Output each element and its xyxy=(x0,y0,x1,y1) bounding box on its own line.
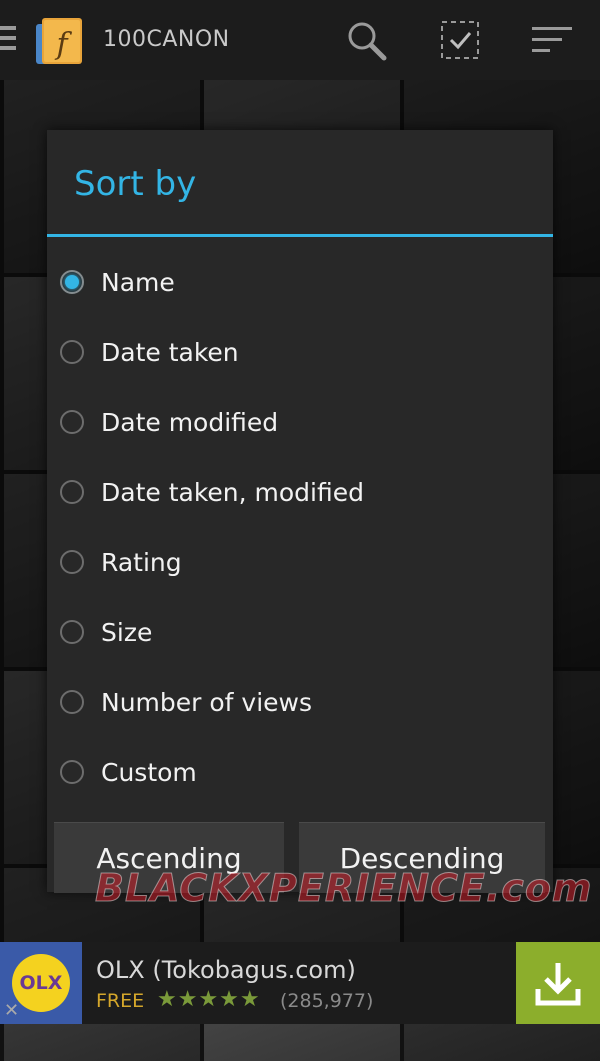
watermark: BLACKXPERIENCE.com xyxy=(95,866,593,911)
sort-option-rating[interactable]: Rating xyxy=(47,527,553,597)
radio-button[interactable] xyxy=(60,760,84,784)
sort-option-date-taken-modified[interactable]: Date taken, modified xyxy=(47,457,553,527)
rating-count: (285,977) xyxy=(280,990,374,1012)
radio-button[interactable] xyxy=(60,690,84,714)
radio-button[interactable] xyxy=(60,550,84,574)
option-label: Date taken xyxy=(101,337,239,367)
rating-stars: ★★★★★ xyxy=(157,987,261,1012)
action-bar: f 100CANON xyxy=(0,0,600,80)
select-all-icon[interactable] xyxy=(436,16,484,64)
app-logo[interactable]: f xyxy=(34,14,84,66)
sort-option-custom[interactable]: Custom xyxy=(47,737,553,807)
dialog-divider xyxy=(47,234,553,237)
app-title: 100CANON xyxy=(103,27,230,52)
radio-button[interactable] xyxy=(60,620,84,644)
radio-button-checked[interactable] xyxy=(60,270,84,294)
sort-option-date-taken[interactable]: Date taken xyxy=(47,317,553,387)
dialog-title: Sort by xyxy=(74,164,197,204)
sort-dialog: Sort by Name Date taken Date modified Da… xyxy=(47,130,553,893)
option-label: Number of views xyxy=(101,687,313,717)
menu-icon[interactable] xyxy=(0,26,16,54)
ad-price: FREE xyxy=(96,990,145,1012)
option-label: Size xyxy=(101,617,153,647)
search-icon[interactable] xyxy=(342,16,390,64)
option-label: Rating xyxy=(101,547,182,577)
download-icon[interactable] xyxy=(516,942,600,1024)
radio-button[interactable] xyxy=(60,480,84,504)
option-label: Name xyxy=(101,267,175,297)
option-label: Custom xyxy=(101,757,197,787)
sort-option-name[interactable]: Name xyxy=(47,247,553,317)
option-label: Date modified xyxy=(101,407,279,437)
radio-button[interactable] xyxy=(60,340,84,364)
sort-icon[interactable] xyxy=(528,16,576,64)
option-label: Date taken, modified xyxy=(101,477,364,507)
radio-button[interactable] xyxy=(60,410,84,434)
close-icon[interactable]: ✕ xyxy=(4,1000,19,1021)
sort-option-date-modified[interactable]: Date modified xyxy=(47,387,553,457)
sort-option-number-of-views[interactable]: Number of views xyxy=(47,667,553,737)
ad-title: OLX (Tokobagus.com) xyxy=(96,956,356,984)
sort-option-size[interactable]: Size xyxy=(47,597,553,667)
ad-banner[interactable]: OLX ✕ OLX (Tokobagus.com) FREE ★★★★★ (28… xyxy=(0,942,600,1024)
olx-logo-text: OLX xyxy=(12,954,70,1012)
